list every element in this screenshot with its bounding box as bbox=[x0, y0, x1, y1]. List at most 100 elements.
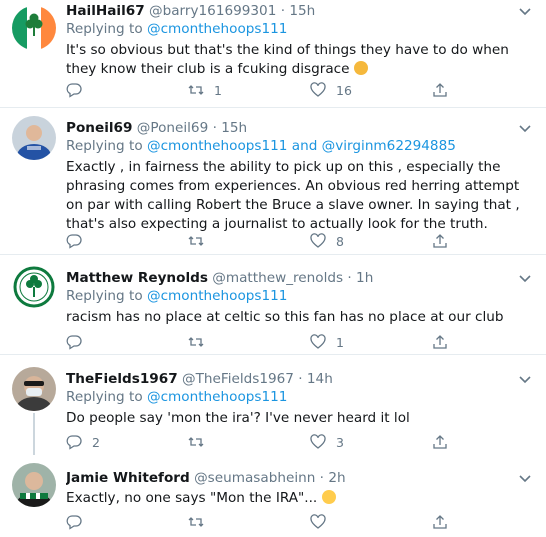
tweet-text-content: It's so obvious but that's the kind of t… bbox=[66, 42, 509, 77]
thread-connector bbox=[33, 413, 35, 455]
like-count: 1 bbox=[336, 334, 344, 350]
reply-icon bbox=[66, 435, 82, 450]
user-handle[interactable]: @Poneil69 bbox=[137, 120, 208, 136]
tweet-text-content: Exactly, no one says "Mon the IRA"... bbox=[66, 490, 318, 506]
avatar-thefields1967[interactable] bbox=[12, 367, 56, 411]
retweet-button[interactable]: 1 bbox=[188, 81, 222, 99]
tweet-text: Exactly, no one says "Mon the IRA"... bbox=[66, 489, 534, 508]
replying-to-label: Replying to bbox=[66, 138, 143, 154]
share-button[interactable] bbox=[432, 433, 448, 451]
heart-icon bbox=[310, 82, 326, 97]
separator-dot: · bbox=[319, 470, 324, 486]
grinning-sweat-emoji bbox=[321, 490, 336, 504]
avatar-poneil69[interactable] bbox=[12, 116, 56, 160]
display-name[interactable]: Poneil69 bbox=[66, 120, 132, 136]
chevron-down-icon[interactable] bbox=[518, 271, 532, 285]
tweet-header: Jamie Whiteford @seumasabheinn · 2h bbox=[66, 469, 534, 487]
avatar-irish-flag-shamrock[interactable] bbox=[12, 6, 56, 50]
heart-icon bbox=[310, 334, 326, 349]
share-icon bbox=[433, 335, 447, 349]
separator-dot: · bbox=[298, 371, 303, 387]
reply-mention-link[interactable]: @cmonthehoops111 bbox=[147, 288, 287, 304]
share-button[interactable] bbox=[432, 333, 448, 351]
reply-mention-link[interactable]: @cmonthehoops111 bbox=[147, 389, 287, 405]
reply-icon bbox=[66, 234, 82, 249]
reply-count: 2 bbox=[92, 434, 100, 450]
share-icon bbox=[433, 83, 447, 97]
display-name[interactable]: TheFields1967 bbox=[66, 371, 178, 387]
reply-button[interactable] bbox=[66, 513, 92, 531]
timestamp[interactable]: 2h bbox=[328, 470, 345, 486]
share-button[interactable] bbox=[432, 513, 448, 531]
reply-icon bbox=[66, 83, 82, 98]
like-count: 3 bbox=[336, 434, 344, 450]
like-button[interactable]: 3 bbox=[310, 433, 344, 451]
reply-button[interactable]: 2 bbox=[66, 433, 100, 451]
tweet-2[interactable]: Poneil69 @Poneil69 · 15h Replying to @cm… bbox=[0, 108, 546, 254]
tweet-4[interactable]: TheFields1967 @TheFields1967 · 14h Reply… bbox=[0, 355, 546, 455]
user-handle[interactable]: @TheFields1967 bbox=[182, 371, 294, 387]
tweet-5[interactable]: Jamie Whiteford @seumasabheinn · 2h Exac… bbox=[0, 455, 546, 537]
heart-icon bbox=[310, 514, 326, 529]
like-button[interactable] bbox=[310, 513, 336, 531]
retweet-button[interactable] bbox=[188, 513, 214, 531]
separator-dot: · bbox=[212, 120, 217, 136]
timestamp[interactable]: 15h bbox=[289, 3, 315, 19]
like-count: 16 bbox=[336, 82, 352, 98]
like-button[interactable]: 16 bbox=[310, 81, 352, 99]
avatar-celtic-crest[interactable] bbox=[12, 265, 56, 309]
retweet-count: 1 bbox=[214, 82, 222, 98]
reply-button[interactable] bbox=[66, 333, 92, 351]
face-with-steam-emoji bbox=[353, 61, 368, 75]
reply-icon bbox=[66, 335, 82, 350]
retweet-icon bbox=[188, 236, 204, 246]
replying-to: Replying to @cmonthehoops111 bbox=[66, 388, 534, 407]
retweet-icon bbox=[188, 337, 204, 347]
like-button[interactable]: 8 bbox=[310, 232, 344, 250]
tweet-text: Exactly , in fairness the ability to pic… bbox=[66, 159, 520, 232]
tweet-header: Poneil69 @Poneil69 · 15h bbox=[66, 119, 534, 137]
heart-icon bbox=[310, 434, 326, 449]
chevron-down-icon[interactable] bbox=[518, 121, 532, 135]
chevron-down-icon[interactable] bbox=[518, 372, 532, 386]
tweet-text: It's so obvious but that's the kind of t… bbox=[66, 41, 534, 79]
replying-to-label: Replying to bbox=[66, 288, 143, 304]
like-button[interactable]: 1 bbox=[310, 333, 344, 351]
retweet-button[interactable] bbox=[188, 333, 214, 351]
share-button[interactable] bbox=[432, 81, 448, 99]
reply-button[interactable] bbox=[66, 81, 92, 99]
user-handle[interactable]: @matthew_renolds bbox=[212, 270, 343, 286]
retweet-icon bbox=[188, 85, 204, 95]
avatar-jamie-whiteford[interactable] bbox=[12, 463, 56, 507]
reply-mention-link[interactable]: @cmonthehoops111 bbox=[147, 21, 287, 37]
share-button[interactable] bbox=[432, 232, 448, 250]
replying-to-label: Replying to bbox=[66, 389, 143, 405]
chevron-down-icon[interactable] bbox=[518, 4, 532, 18]
replying-to-label: Replying to bbox=[66, 21, 143, 37]
like-count: 8 bbox=[336, 233, 344, 249]
display-name[interactable]: Matthew Reynolds bbox=[66, 270, 208, 286]
share-icon bbox=[433, 234, 447, 248]
separator-dot: · bbox=[347, 270, 352, 286]
retweet-button[interactable] bbox=[188, 433, 214, 451]
timestamp[interactable]: 1h bbox=[356, 270, 373, 286]
tweet-header: Matthew Reynolds @matthew_renolds · 1h bbox=[66, 269, 534, 287]
retweet-button[interactable] bbox=[188, 232, 214, 250]
display-name[interactable]: Jamie Whiteford bbox=[66, 470, 190, 486]
display-name[interactable]: HailHail67 bbox=[66, 3, 145, 19]
timestamp[interactable]: 15h bbox=[221, 120, 247, 136]
reply-button[interactable] bbox=[66, 232, 92, 250]
tweet-3[interactable]: Matthew Reynolds @matthew_renolds · 1h R… bbox=[0, 255, 546, 354]
user-handle[interactable]: @barry161699301 bbox=[149, 3, 276, 19]
share-icon bbox=[433, 515, 447, 529]
reply-mention-link[interactable]: @cmonthehoops111 and @virginm62294885 bbox=[147, 138, 456, 154]
retweet-icon bbox=[188, 437, 204, 447]
tweet-1[interactable]: HailHail67 @barry161699301 · 15h Replyin… bbox=[0, 0, 546, 107]
timestamp[interactable]: 14h bbox=[307, 371, 333, 387]
reply-icon bbox=[66, 515, 82, 530]
replying-to: Replying to @cmonthehoops111 and @virgin… bbox=[66, 137, 534, 156]
separator-dot: · bbox=[280, 3, 286, 19]
retweet-icon bbox=[188, 517, 204, 527]
user-handle[interactable]: @seumasabheinn bbox=[194, 470, 315, 486]
chevron-down-icon[interactable] bbox=[518, 471, 532, 485]
